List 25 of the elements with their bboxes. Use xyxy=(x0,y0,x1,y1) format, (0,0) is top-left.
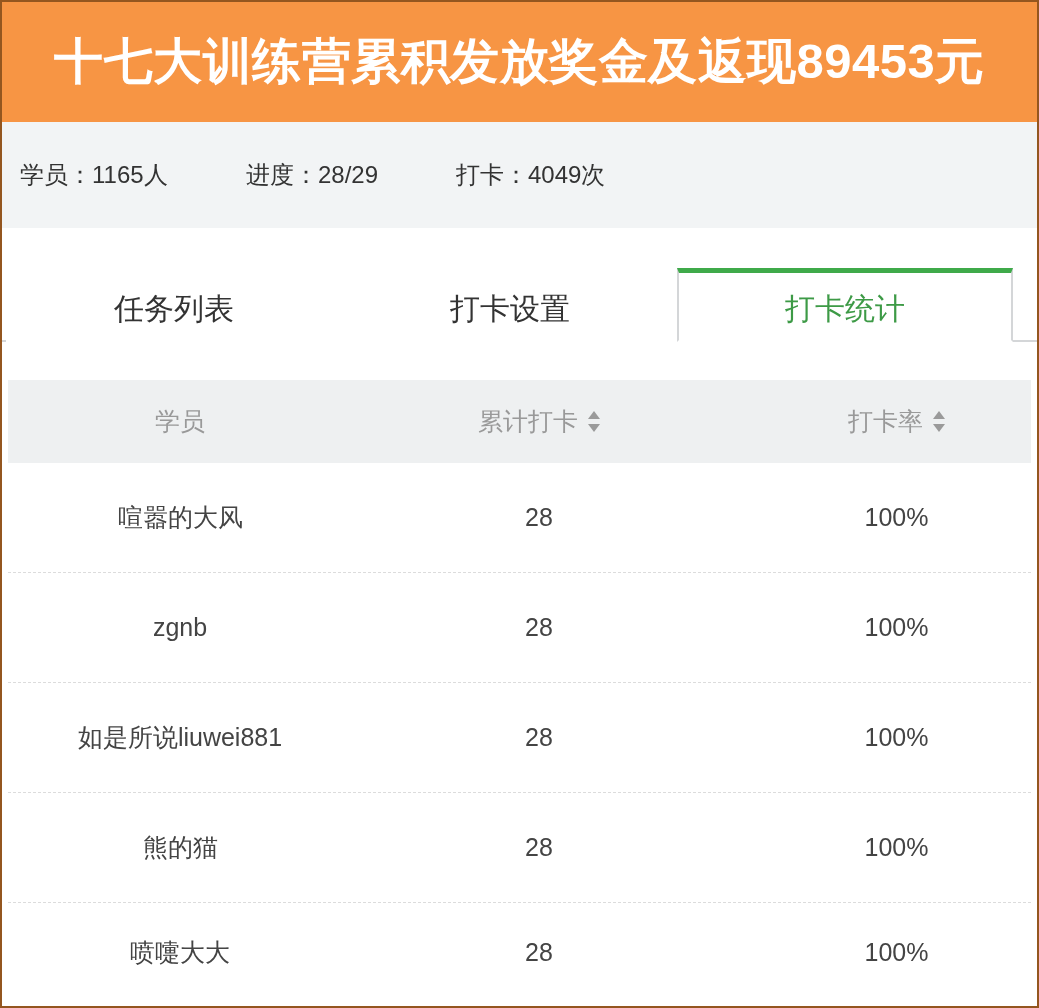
sort-icon[interactable] xyxy=(933,411,945,432)
stat-text: 进度：28/29 xyxy=(246,160,379,190)
table-cell-text: 熊的猫 xyxy=(142,832,218,863)
table-cell: 28 xyxy=(525,833,553,862)
table-cell: 100% xyxy=(864,833,929,862)
banner-title: 十七大训练营累积发放奖金及返现89453元 xyxy=(54,33,985,90)
stat-text: 学员：1165人 xyxy=(20,160,168,190)
table-cell: 28 xyxy=(525,503,553,532)
table-cell: 28 xyxy=(525,723,553,752)
table-cell: 28 xyxy=(525,613,553,642)
table-cell-text: 喧嚣的大风 xyxy=(117,502,243,533)
column-header: 学员 xyxy=(155,406,205,437)
table-cell: 28 xyxy=(525,938,553,967)
stat-text: 打卡：4049次 xyxy=(456,160,606,190)
table-cell: 100% xyxy=(864,938,929,967)
table-cell: 100% xyxy=(864,613,929,642)
table-cell-text: 如是所说liuwei881 xyxy=(77,722,283,753)
table-cell: zgnb xyxy=(152,613,208,642)
table-cell-text: 喷嚏大大 xyxy=(130,937,230,968)
tab[interactable]: 打卡统计 xyxy=(677,268,1013,342)
table-cell: 100% xyxy=(864,503,929,532)
table-cell: 100% xyxy=(864,723,929,752)
sort-icon[interactable] xyxy=(588,411,600,432)
column-header: 累计打卡 xyxy=(478,406,578,437)
column-header: 打卡率 xyxy=(848,406,923,437)
